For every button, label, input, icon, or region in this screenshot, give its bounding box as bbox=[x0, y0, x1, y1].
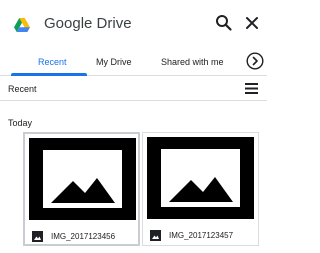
image-file-icon bbox=[32, 231, 43, 242]
app-title: Google Drive bbox=[44, 15, 132, 32]
section-title: Today bbox=[8, 118, 33, 128]
file-card[interactable]: IMG_2017123457 bbox=[142, 132, 259, 246]
list-view-icon[interactable] bbox=[245, 83, 258, 94]
google-drive-logo-icon bbox=[14, 18, 30, 32]
active-tab-indicator bbox=[11, 73, 87, 76]
tab-recent[interactable]: Recent bbox=[38, 57, 67, 67]
image-file-icon bbox=[150, 230, 161, 241]
image-placeholder-icon bbox=[161, 149, 240, 207]
sort-label[interactable]: Recent bbox=[8, 84, 37, 94]
image-placeholder-icon bbox=[43, 150, 122, 208]
tab-my-drive[interactable]: My Drive bbox=[96, 57, 132, 67]
image-thumbnail bbox=[147, 137, 254, 219]
image-thumbnail bbox=[29, 138, 136, 220]
file-footer: IMG_2017123456 bbox=[25, 223, 138, 247]
close-icon[interactable] bbox=[242, 13, 262, 33]
search-icon[interactable] bbox=[214, 13, 234, 33]
file-footer: IMG_2017123457 bbox=[143, 222, 258, 246]
file-name: IMG_2017123457 bbox=[169, 231, 234, 240]
list-toolbar: Recent bbox=[0, 77, 267, 101]
chevron-right-circle-icon[interactable] bbox=[246, 52, 264, 70]
file-name: IMG_2017123456 bbox=[51, 232, 116, 241]
tab-bar: Recent My Drive Shared with me bbox=[0, 48, 267, 76]
app-header: Google Drive bbox=[0, 0, 267, 48]
tab-shared-with-me[interactable]: Shared with me bbox=[161, 57, 224, 67]
file-card[interactable]: IMG_2017123456 bbox=[23, 132, 140, 246]
